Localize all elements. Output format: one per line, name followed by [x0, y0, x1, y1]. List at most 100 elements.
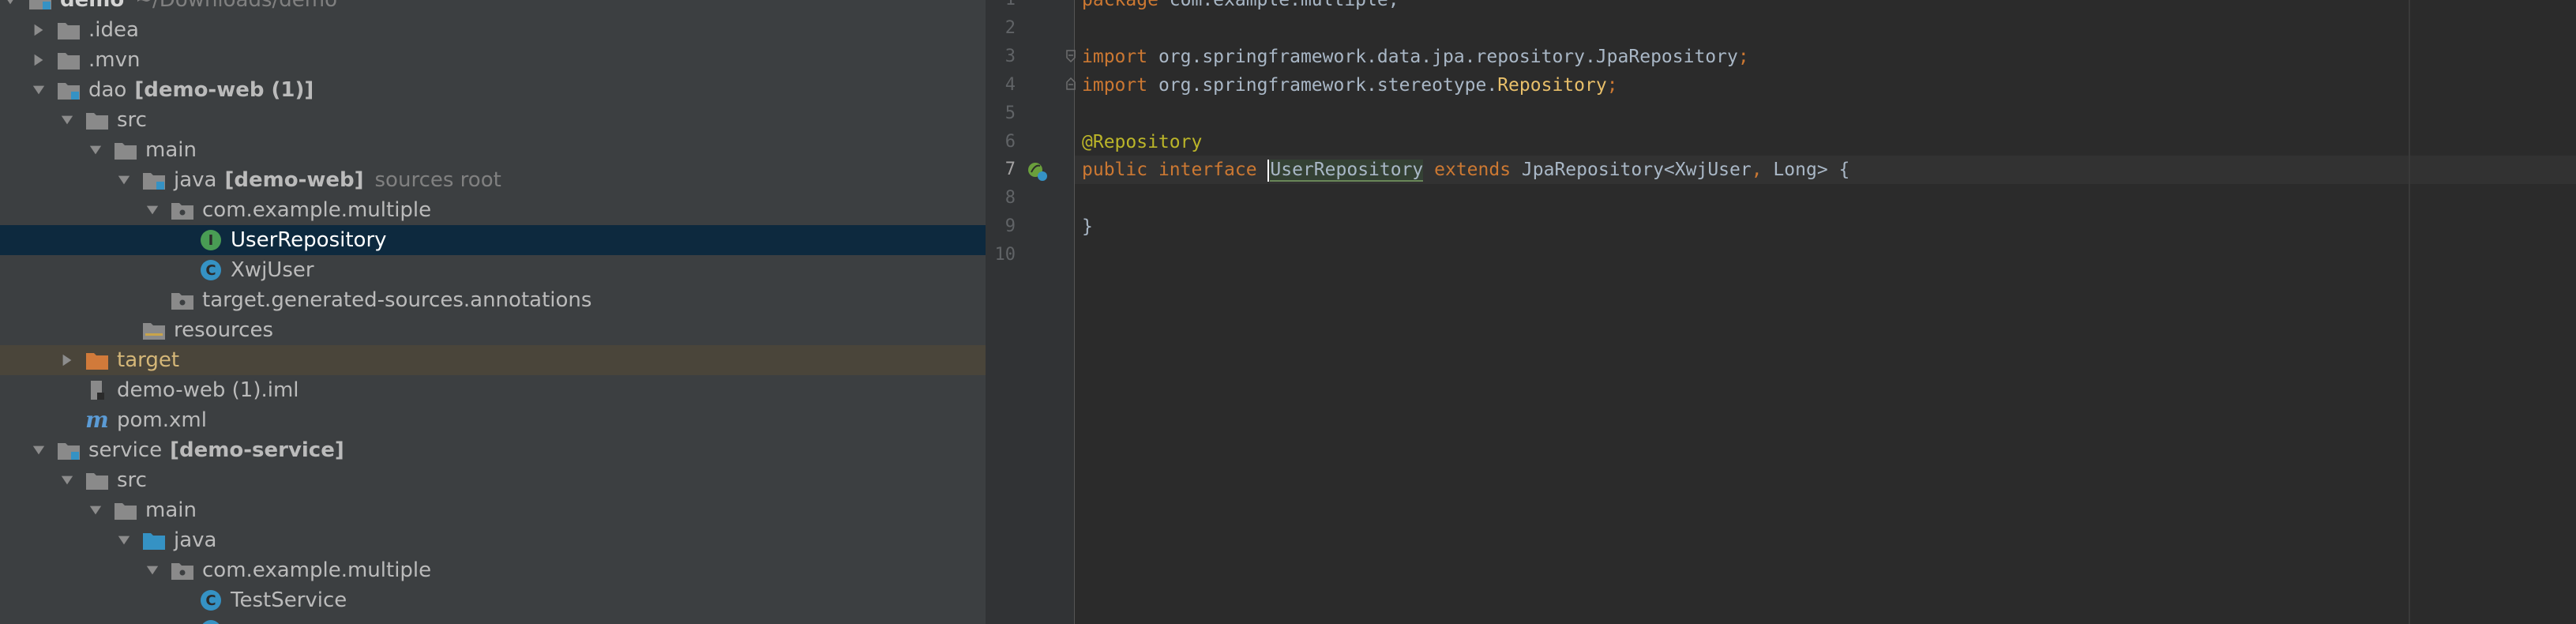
chevron-down-icon[interactable] [85, 140, 106, 160]
chevron-down-icon[interactable] [114, 170, 134, 190]
tree-item-demo[interactable]: demo ~/Downloads/demo [0, 0, 986, 15]
keyword: interface [1147, 160, 1268, 180]
tree-item-java[interactable]: java [0, 525, 986, 555]
interface-icon: I [199, 230, 223, 250]
chevron-down-icon[interactable] [85, 500, 106, 521]
fold-end-icon[interactable] [1065, 77, 1077, 90]
tree-item-mvn[interactable]: .mvn [0, 45, 986, 75]
module-folder-icon [28, 0, 52, 10]
line-number: 5 [1004, 103, 1016, 123]
interface-name[interactable]: UserRepository [1270, 160, 1424, 182]
source-root-folder-icon [142, 170, 166, 190]
semicolon: ; [1737, 47, 1749, 67]
tree-item-dao[interactable]: dao [demo-web (1)] [0, 75, 986, 105]
annotation: @Repository [1082, 132, 1203, 152]
code-text: Long> { [1762, 160, 1850, 180]
tree-item-main[interactable]: main [0, 135, 986, 165]
tree-item-label: java [174, 168, 217, 192]
tree-item-label: demo [60, 0, 125, 12]
module-name: [demo-service] [170, 438, 344, 462]
line-number: 6 [1004, 132, 1016, 152]
tree-item-label: target.generated-sources.annotations [202, 288, 592, 312]
tree-item-xwjuser[interactable]: C XwjUser [0, 255, 986, 285]
chevron-down-icon[interactable] [28, 440, 49, 460]
module-name: [demo-web] [224, 168, 364, 192]
right-margin-guide [2409, 0, 2410, 624]
line-number: 8 [1004, 188, 1016, 208]
tree-item-label: .idea [88, 18, 139, 42]
project-tree: demo ~/Downloads/demo .idea .mvn dao [de… [0, 0, 986, 624]
chevron-right-icon[interactable] [57, 350, 77, 370]
chevron-down-icon[interactable] [142, 560, 163, 581]
tree-item-pom[interactable]: m pom.xml [0, 405, 986, 435]
chevron-down-icon[interactable] [0, 0, 21, 10]
tree-item-label: service [88, 438, 163, 462]
line-number: 3 [1004, 47, 1016, 66]
keyword: package [1082, 0, 1158, 10]
tree-item-target[interactable]: target [0, 345, 986, 375]
package-icon [171, 290, 194, 310]
semicolon: ; [1606, 75, 1618, 96]
code-line-1: package com.example.multiple; [1082, 0, 1399, 14]
tree-item-label: java [174, 528, 217, 552]
line-number: 2 [1004, 18, 1016, 38]
excluded-folder-icon [85, 350, 109, 370]
code-text: org.springframework.data.jpa.repository.… [1147, 47, 1738, 67]
code-text: } [1082, 216, 1093, 237]
fold-start-icon[interactable] [1065, 50, 1077, 62]
maven-icon: m [85, 407, 109, 433]
tree-item-label: .mvn [88, 48, 141, 72]
module-name: [demo-web (1)] [134, 78, 314, 102]
tree-item-resources[interactable]: resources [0, 315, 986, 345]
tree-item-package[interactable]: com.example.multiple [0, 555, 986, 585]
tree-item-iml-file[interactable]: demo-web (1).iml [0, 375, 986, 405]
keyword: public [1082, 160, 1148, 180]
tree-item-label: demo-web (1).iml [117, 378, 299, 402]
tree-item-idea[interactable]: .idea [0, 15, 986, 45]
code-text: JpaRepository<XwjUser [1521, 160, 1752, 180]
code-line-7: public interface UserRepository extends … [1082, 156, 1849, 184]
chevron-down-icon[interactable] [114, 530, 134, 551]
folder-icon [114, 500, 137, 521]
folder-icon [85, 470, 109, 491]
module-folder-icon [57, 80, 81, 100]
tree-item-java[interactable]: java [demo-web] sources root [0, 165, 986, 195]
code-line-6: @Repository [1082, 128, 1202, 156]
tree-item-label: resources [174, 318, 274, 342]
tree-item-test-service[interactable]: C TestService [0, 585, 986, 615]
tree-item-src[interactable]: src [0, 465, 986, 495]
tree-item-label: UserRepository [231, 228, 387, 252]
tree-item-user-repository[interactable]: I UserRepository [0, 225, 986, 255]
code-line-9: } [1082, 212, 1093, 241]
tree-item-label: com.example.multiple [202, 198, 432, 222]
keyword: import [1082, 75, 1148, 96]
annotation-type: Repository [1497, 75, 1607, 96]
code-text: com.example.multiple; [1158, 0, 1399, 10]
tree-item-label: com.example.multiple [202, 558, 432, 582]
tree-item-service[interactable]: service [demo-service] [0, 435, 986, 465]
project-path: ~/Downloads/demo [135, 0, 338, 12]
tree-item-generated-sources[interactable]: target.generated-sources.annotations [0, 285, 986, 315]
tree-item-main[interactable]: main [0, 495, 986, 525]
chevron-down-icon[interactable] [57, 470, 77, 491]
keyword: extends [1423, 160, 1522, 180]
chevron-right-icon[interactable] [28, 50, 49, 70]
iml-file-icon [85, 380, 109, 400]
tree-item-partial: C [0, 615, 986, 624]
tree-item-src[interactable]: src [0, 105, 986, 135]
sources-root-hint: sources root [374, 168, 501, 192]
chevron-right-icon[interactable] [28, 20, 49, 40]
tree-item-label: src [117, 108, 147, 132]
line-number: 1 [986, 0, 1016, 14]
chevron-down-icon[interactable] [57, 110, 77, 130]
line-number: 4 [1004, 75, 1016, 95]
class-icon: C [199, 620, 223, 624]
chevron-down-icon[interactable] [142, 200, 163, 220]
chevron-down-icon[interactable] [28, 80, 49, 100]
code-line-3: import org.springframework.data.jpa.repo… [1082, 43, 1749, 71]
tree-item-label: TestService [231, 588, 347, 612]
folder-icon [57, 50, 81, 70]
folder-icon [57, 20, 81, 40]
tree-item-package[interactable]: com.example.multiple [0, 195, 986, 225]
spring-bean-icon[interactable] [1027, 160, 1049, 182]
